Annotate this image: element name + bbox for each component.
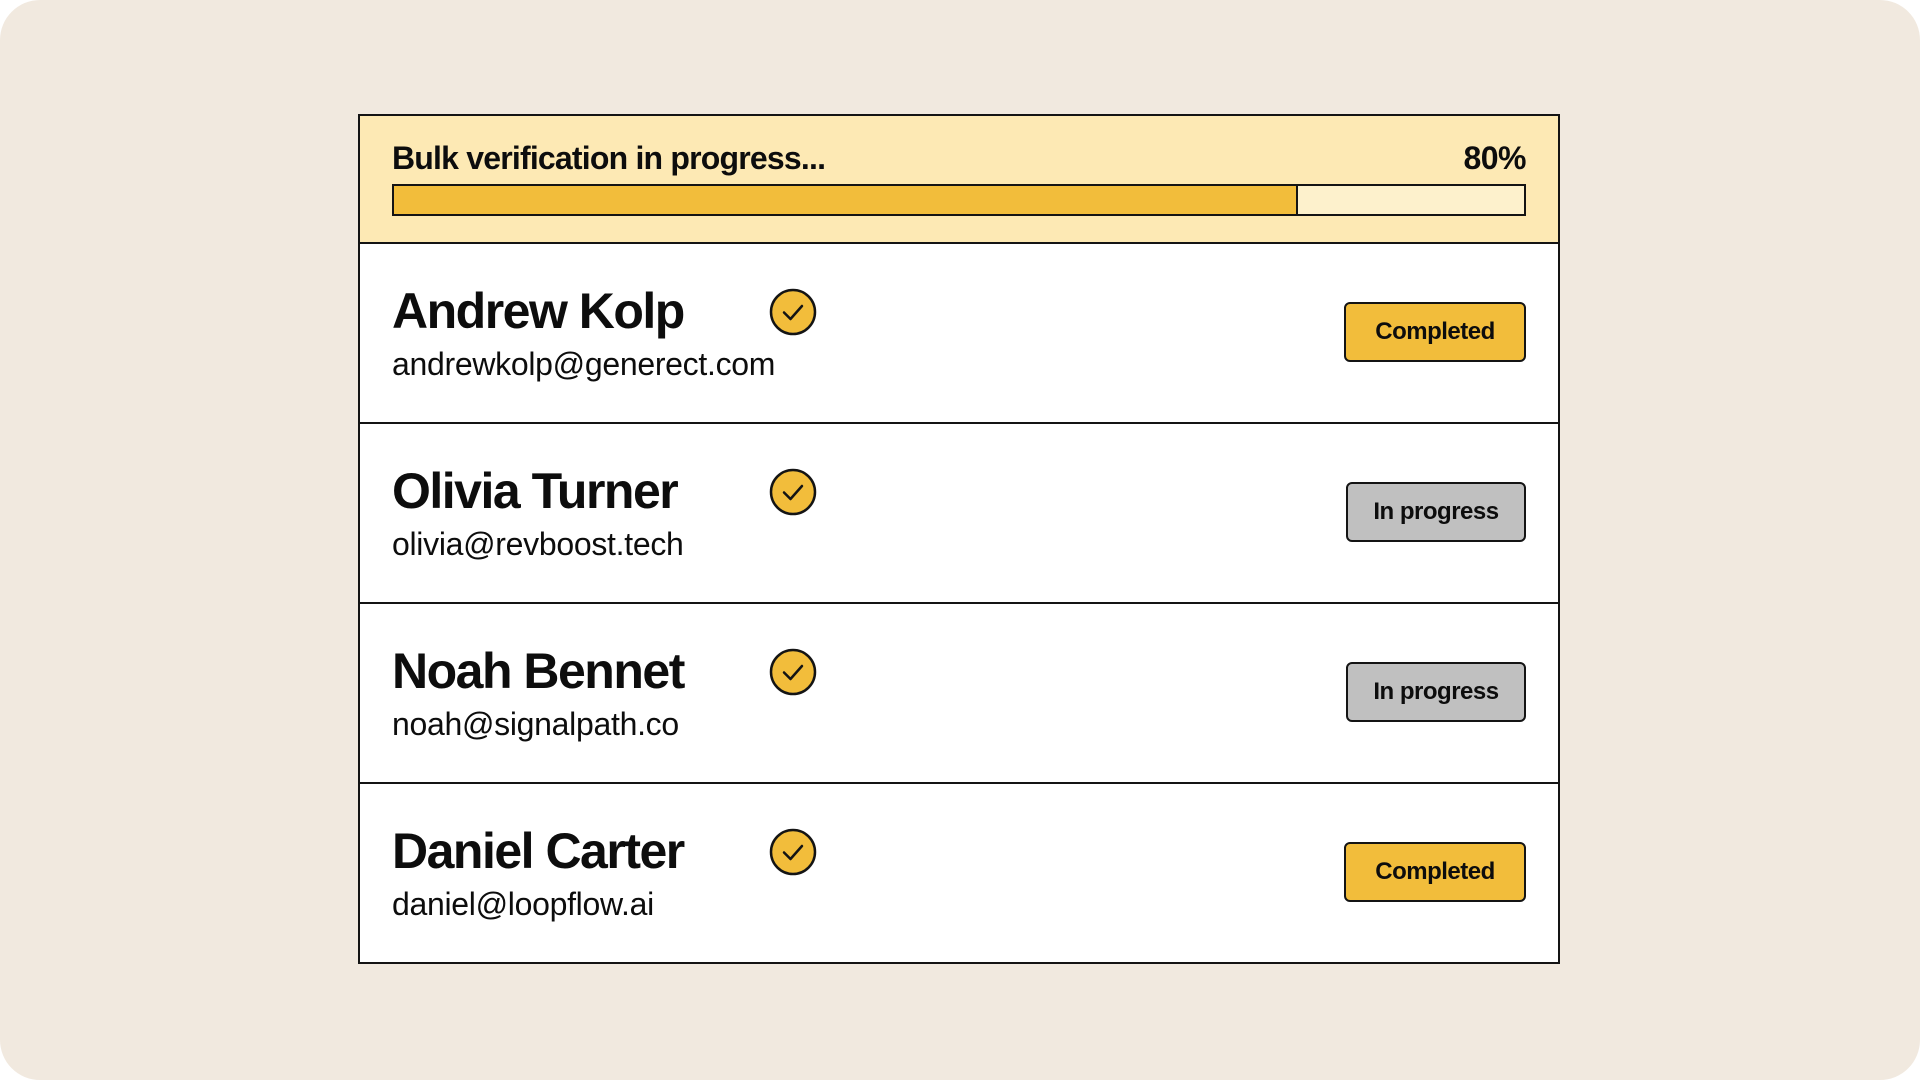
status-badge: In progress — [1346, 662, 1526, 722]
contact-name: Andrew Kolp — [392, 283, 685, 339]
verification-card: Bulk verification in progress... 80% And… — [358, 114, 1560, 964]
background-canvas: Bulk verification in progress... 80% And… — [0, 0, 1920, 1080]
progress-percent: 80% — [1463, 140, 1526, 176]
contact-email: andrewkolp@generect.com — [392, 346, 776, 382]
progress-title: Bulk verification in progress... — [392, 140, 826, 176]
status-badge: In progress — [1346, 482, 1526, 542]
check-circle-icon — [769, 648, 817, 696]
check-circle-icon — [769, 288, 817, 336]
check-circle-icon — [769, 828, 817, 876]
progress-panel: Bulk verification in progress... 80% — [360, 116, 1558, 244]
progress-bar-fill — [394, 186, 1298, 214]
contact-row[interactable]: Olivia Turner olivia@revboost.tech In pr… — [360, 424, 1558, 604]
status-badge: Completed — [1344, 302, 1526, 362]
contact-name: Noah Bennet — [392, 643, 685, 699]
progress-bar — [392, 184, 1526, 216]
contact-email: daniel@loopflow.ai — [392, 886, 654, 922]
contact-name: Daniel Carter — [392, 823, 685, 879]
contact-row[interactable]: Andrew Kolp andrewkolp@generect.com Comp… — [360, 244, 1558, 424]
check-circle-icon — [769, 468, 817, 516]
contact-email: olivia@revboost.tech — [392, 526, 684, 562]
contact-name: Olivia Turner — [392, 463, 679, 519]
contact-email: noah@signalpath.co — [392, 706, 679, 742]
contact-row[interactable]: Daniel Carter daniel@loopflow.ai Complet… — [360, 784, 1558, 964]
contact-row[interactable]: Noah Bennet noah@signalpath.co In progre… — [360, 604, 1558, 784]
status-badge: Completed — [1344, 842, 1526, 902]
